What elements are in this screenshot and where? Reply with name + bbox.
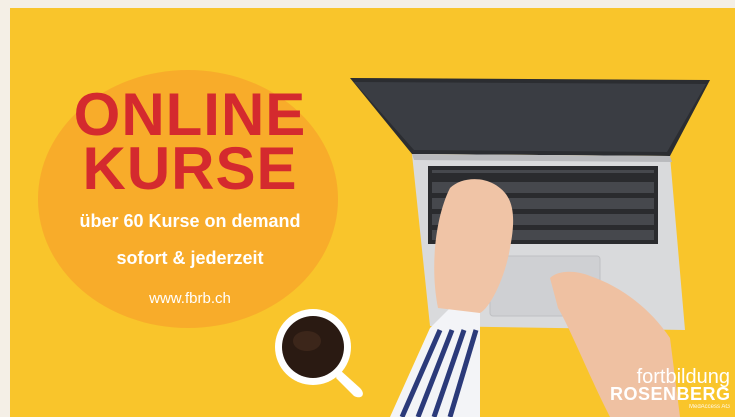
headline-line-2: KURSE xyxy=(82,135,298,202)
headline-line-1: ONLINE xyxy=(73,81,307,148)
subline-availability: sofort & jederzeit xyxy=(116,248,264,268)
brand-logo: fortbildung ROSENBERG MedAccess AG xyxy=(610,367,731,411)
headline: ONLINE KURSE xyxy=(50,81,330,202)
subline-courses: über 60 Kurse on demand xyxy=(79,211,301,231)
brand-line-2: ROSENBERG xyxy=(610,384,731,404)
brand-line-3: MedAccess AG xyxy=(688,404,730,410)
ad-banner[interactable]: ONLINE KURSE über 60 Kurse on demand sof… xyxy=(10,8,735,417)
website-url[interactable]: www.fbrb.ch xyxy=(40,290,340,307)
page-frame: ONLINE KURSE über 60 Kurse on demand sof… xyxy=(0,0,735,417)
